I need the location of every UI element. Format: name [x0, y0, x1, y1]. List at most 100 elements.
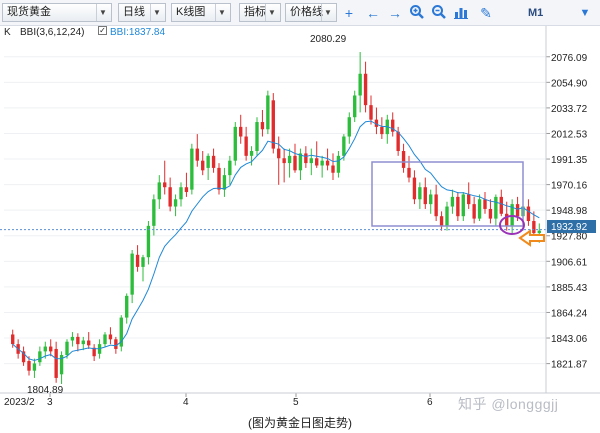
candle-up [38, 351, 42, 363]
period-select-value: 日线 [123, 6, 145, 18]
indicator-select-value: 指标 [244, 6, 266, 18]
crosshair-icon[interactable]: + [340, 4, 358, 22]
mode-label[interactable]: M1 [528, 4, 543, 22]
candle-down [184, 187, 189, 193]
candle-up [130, 253, 134, 295]
chevron-down-icon: ▼ [150, 4, 163, 21]
indicator-select[interactable]: 指标 ▼ [239, 3, 281, 22]
chevron-down-icon: ▼ [96, 4, 109, 21]
candle-down [108, 334, 113, 340]
candle-down [515, 204, 520, 217]
candle-up [358, 73, 362, 96]
low-price-label: 1804.89 [27, 385, 64, 396]
candle-up [103, 334, 107, 345]
candle-up [125, 295, 129, 318]
candle-up [43, 346, 47, 352]
y-tick-label: 2033.72 [551, 104, 588, 115]
candle-up [320, 160, 324, 166]
y-tick-label: 1970.16 [551, 181, 588, 192]
chart-type-select-value: K线图 [176, 6, 206, 18]
candle-up [287, 155, 292, 164]
candle-down [87, 340, 91, 346]
y-axis: 2076.09 2054.90 2033.72 2012.53 1991.35 1970.… [546, 53, 588, 371]
candle-down [412, 177, 417, 200]
candle-up [190, 148, 194, 190]
price-line-select[interactable]: 价格线 ▼ [285, 3, 337, 22]
candle-up [418, 187, 422, 200]
candle-up [353, 95, 357, 118]
candle-down [304, 153, 308, 164]
y-tick-label: 1927.80 [551, 232, 588, 243]
candle-down [239, 126, 243, 137]
candle-up [228, 160, 232, 176]
candle-down [499, 196, 503, 214]
candle-down [467, 194, 471, 205]
candle-down [331, 165, 335, 173]
candle-down [407, 167, 411, 178]
chart-type-select[interactable]: K线图 ▼ [171, 3, 231, 22]
candle-down [369, 105, 373, 120]
candle-down [163, 182, 167, 188]
candle-up [65, 341, 69, 355]
zoom-out-icon[interactable] [430, 4, 448, 22]
candle-down [526, 206, 531, 222]
chevron-down-icon: ▼ [215, 4, 228, 21]
y-tick-label: 2012.53 [551, 129, 588, 140]
candle-up [222, 175, 227, 190]
high-price-label: 2080.29 [310, 34, 347, 45]
chart-toolbar: 现货黄金 ▼ 日线 ▼ K线图 ▼ 指标 ▼ 价格线 ▼ + ← → ✎ M1 … [0, 0, 600, 26]
candle-up [206, 155, 210, 168]
zoom-in-icon[interactable] [408, 4, 426, 22]
candle-down [217, 167, 221, 190]
candle-up [70, 336, 75, 341]
candle-up [81, 340, 85, 345]
candle-up [298, 153, 303, 171]
candle-down [483, 199, 487, 209]
candle-down [135, 254, 140, 267]
arrow-left-icon[interactable]: ← [364, 4, 382, 22]
chart-icon[interactable] [452, 4, 470, 22]
y-tick-label: 1906.61 [551, 257, 588, 268]
candle-up [336, 155, 341, 173]
candle-down [293, 155, 297, 171]
menu-icon[interactable]: ▼ [576, 4, 594, 22]
candle-down [271, 100, 275, 149]
candle-down [488, 208, 493, 219]
candle-down [439, 216, 444, 226]
candle-down [168, 187, 172, 207]
y-tick-label: 1885.43 [551, 283, 588, 294]
candle-down [76, 336, 80, 345]
candle-down [472, 204, 476, 219]
y-tick-label: 2054.90 [551, 78, 588, 89]
candle-down [201, 160, 205, 171]
candle-down [49, 346, 53, 352]
candle-down [380, 126, 384, 135]
candle-up [477, 199, 482, 219]
candle-up [146, 225, 151, 258]
draw-icon[interactable]: ✎ [477, 4, 495, 22]
candle-down [11, 334, 15, 345]
arrow-right-icon[interactable]: → [386, 4, 404, 22]
period-select[interactable]: 日线 ▼ [118, 3, 166, 22]
candle-up [309, 158, 313, 164]
chevron-down-icon: ▼ [265, 4, 278, 21]
candle-down [434, 194, 438, 217]
x-tick-label: 2023/2 [4, 397, 35, 408]
candle-down [396, 131, 400, 152]
candle-down [315, 158, 319, 166]
candle-down [532, 221, 536, 234]
y-tick-label: 1991.35 [551, 155, 588, 166]
symbol-select[interactable]: 现货黄金 ▼ [2, 3, 112, 22]
candle-up [445, 206, 449, 226]
candle-down [211, 155, 216, 168]
candle-down [363, 73, 368, 106]
symbol-select-value: 现货黄金 [7, 6, 51, 18]
candle-up [494, 196, 498, 219]
candle-up [249, 151, 254, 156]
candle-down [277, 148, 281, 159]
candlestick-chart[interactable]: 2076.09 2054.90 2033.72 2012.53 1991.35 1970.… [0, 26, 600, 413]
candle-down [325, 160, 330, 166]
y-tick-label: 1843.06 [551, 334, 588, 345]
x-tick-label: 6 [427, 397, 433, 408]
candle-up [157, 182, 161, 200]
